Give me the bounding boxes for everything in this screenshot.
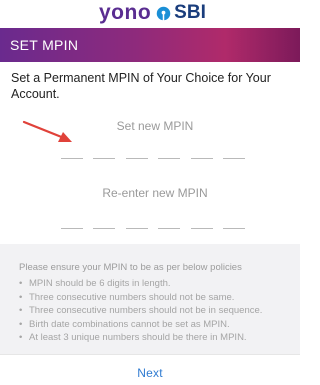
new-mpin-digit-4[interactable] [158,153,181,159]
policy-list: MPIN should be 6 digits in length. Three… [19,277,262,345]
reenter-mpin-digit-2[interactable] [93,223,116,229]
policy-item: Birth date combinations cannot be set as… [19,318,262,332]
policy-heading: Please ensure your MPIN to be as per bel… [19,262,242,273]
new-mpin-digit-1[interactable] [61,153,83,159]
new-mpin-digit-2[interactable] [93,153,116,159]
mpin-policy-panel: Please ensure your MPIN to be as per bel… [0,244,300,354]
bottom-action-bar: Next [0,354,300,385]
policy-item: At least 3 unique numbers should be ther… [19,331,262,345]
reenter-mpin-digit-5[interactable] [190,223,213,229]
reenter-mpin-digit-3[interactable] [125,223,148,229]
reenter-mpin-digit-6[interactable] [222,223,245,229]
sbi-keyhole-icon [156,6,171,21]
set-new-mpin-label: Set new MPIN [116,119,194,133]
new-mpin-digit-3[interactable] [125,153,148,159]
new-mpin-input[interactable] [61,153,245,159]
policy-item: Three consecutive numbers should not be … [19,291,262,305]
reenter-mpin-input[interactable] [61,223,245,229]
page-header: SET MPIN [0,28,300,62]
policy-item: Three consecutive numbers should not be … [19,304,262,318]
next-button[interactable]: Next [0,366,300,380]
new-mpin-digit-5[interactable] [190,153,213,159]
logo-yono-text: yono [99,1,152,24]
yono-sbi-logo: yono SBI [99,1,206,25]
page-title: SET MPIN [10,37,79,53]
reenter-mpin-digit-4[interactable] [158,223,181,229]
intro-text: Set a Permanent MPIN of Your Choice for … [11,71,271,101]
reenter-mpin-label: Re-enter new MPIN [102,186,208,200]
logo-sbi-text: SBI [174,2,206,23]
reenter-mpin-digit-1[interactable] [61,223,83,229]
new-mpin-digit-6[interactable] [222,153,245,159]
policy-item: MPIN should be 6 digits in length. [19,277,262,291]
app-top-bar: yono SBI [0,0,300,28]
